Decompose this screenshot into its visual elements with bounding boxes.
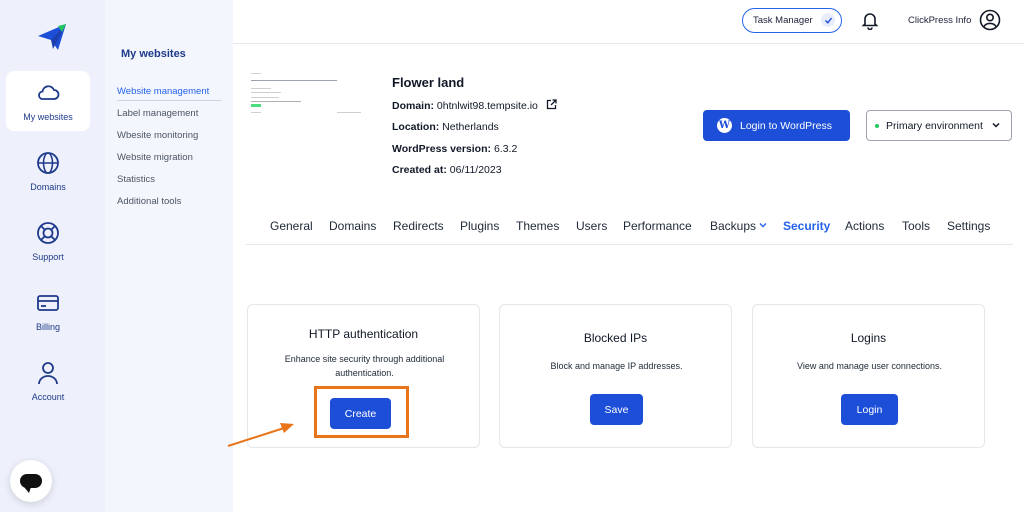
subnav-item-website-migration[interactable]: Website migration <box>117 152 193 163</box>
site-domain-line: Domain: 0htnlwit98.tempsite.io <box>392 99 557 112</box>
domain-label: Domain: <box>392 100 434 112</box>
wordpress-icon: W <box>717 118 732 133</box>
user-name[interactable]: ClickPress Info <box>908 15 971 26</box>
wp-version-label: WordPress version: <box>392 143 492 155</box>
rail-item-support[interactable]: Support <box>6 211 90 271</box>
top-bar: Task Manager ClickPress Info <box>233 0 1024 44</box>
globe-icon <box>37 152 59 174</box>
wp-version-value: 6.3.2 <box>493 143 518 155</box>
rail-item-label: Account <box>31 392 65 402</box>
tab-backups-label: Backups <box>710 219 757 233</box>
location-label: Location: <box>392 121 440 133</box>
chat-bubble-icon <box>20 474 42 493</box>
icon-rail: My websites Domains Support Billing Acco… <box>0 0 105 512</box>
location-value: Netherlands <box>442 121 499 133</box>
lifebuoy-icon <box>37 222 59 244</box>
site-title: Flower land <box>392 75 465 90</box>
site-location-line: Location: Netherlands <box>392 121 499 133</box>
save-button[interactable]: Save <box>590 394 643 425</box>
rail-item-label: Support <box>32 252 64 262</box>
tab-security[interactable]: Security <box>783 219 830 233</box>
tab-general[interactable]: General <box>270 219 313 233</box>
chat-support-button[interactable] <box>10 460 52 502</box>
chevron-down-icon <box>992 122 1000 128</box>
subnav-item-label-management[interactable]: Label management <box>117 108 198 119</box>
task-manager-label: Task Manager <box>753 15 813 26</box>
login-to-wordpress-label: Login to WordPress <box>740 119 833 132</box>
environment-value: Primary environment <box>886 119 983 132</box>
subnav-item-website-monitoring[interactable]: Wbesite monitoring <box>117 130 198 141</box>
tab-redirects[interactable]: Redirects <box>393 219 444 233</box>
environment-select[interactable]: Primary environment <box>866 110 1012 141</box>
site-wp-version-line: WordPress version: 6.3.2 <box>392 143 517 155</box>
card-title: HTTP authentication <box>308 327 419 341</box>
card-title: Blocked IPs <box>583 331 648 345</box>
tab-users[interactable]: Users <box>576 219 607 233</box>
websites-subnav: My websites Website management Label man… <box>105 0 233 512</box>
site-tabs: General Domains Redirects Plugins Themes… <box>246 205 1013 245</box>
card-description: Enhance site security through additional… <box>284 354 445 378</box>
site-created-line: Created at: 06/11/2023 <box>392 164 502 176</box>
subnav-title: My websites <box>121 48 186 60</box>
highlight-box <box>314 386 409 438</box>
site-thumbnail <box>247 70 363 126</box>
login-to-wordpress-button[interactable]: W Login to WordPress <box>703 110 850 141</box>
user-avatar-icon[interactable] <box>979 9 1001 31</box>
tab-performance[interactable]: Performance <box>623 219 692 233</box>
tab-plugins[interactable]: Plugins <box>460 219 499 233</box>
tab-backups[interactable]: Backups <box>710 219 767 233</box>
external-link-icon[interactable] <box>546 99 557 110</box>
card-title: Logins <box>850 331 887 345</box>
tab-themes[interactable]: Themes <box>516 219 559 233</box>
card-description: Block and manage IP addresses. <box>550 361 683 371</box>
check-icon <box>821 13 835 27</box>
blocked-ips-card: Blocked IPs Block and manage IP addresse… <box>499 304 732 448</box>
user-icon <box>38 362 58 385</box>
tab-actions[interactable]: Actions <box>845 219 884 233</box>
credit-card-icon <box>37 295 59 311</box>
rail-item-label: Billing <box>35 322 60 332</box>
rail-item-account[interactable]: Account <box>6 351 90 411</box>
rail-item-domains[interactable]: Domains <box>6 141 90 201</box>
tab-tools[interactable]: Tools <box>902 219 930 233</box>
notification-bell-icon[interactable] <box>861 10 879 30</box>
rail-item-label: Domains <box>30 182 66 192</box>
subnav-item-website-management[interactable]: Website management <box>117 86 209 97</box>
created-label: Created at: <box>392 164 447 176</box>
login-button[interactable]: Login <box>841 394 898 425</box>
subnav-item-additional-tools[interactable]: Additional tools <box>117 196 181 207</box>
tab-settings[interactable]: Settings <box>947 219 990 233</box>
rail-item-billing[interactable]: Billing <box>6 281 90 341</box>
domain-value[interactable]: 0htnlwit98.tempsite.io <box>437 100 538 112</box>
subnav-item-statistics[interactable]: Statistics <box>117 174 155 185</box>
cloud-icon <box>38 85 60 100</box>
created-value: 06/11/2023 <box>449 164 502 176</box>
chevron-down-icon <box>759 223 767 228</box>
task-manager-button[interactable]: Task Manager <box>742 8 842 33</box>
rail-item-label: My websites <box>23 112 73 122</box>
card-description: View and manage user connections. <box>797 361 942 371</box>
tab-domains[interactable]: Domains <box>329 219 376 233</box>
environment-status-dot <box>875 123 879 128</box>
logins-card: Logins View and manage user connections.… <box>752 304 985 448</box>
annotation-arrow-icon <box>227 423 294 447</box>
paper-plane-logo-icon <box>38 24 66 50</box>
subnav-active-underline <box>117 100 221 101</box>
rail-item-my-websites[interactable]: My websites <box>6 71 90 131</box>
